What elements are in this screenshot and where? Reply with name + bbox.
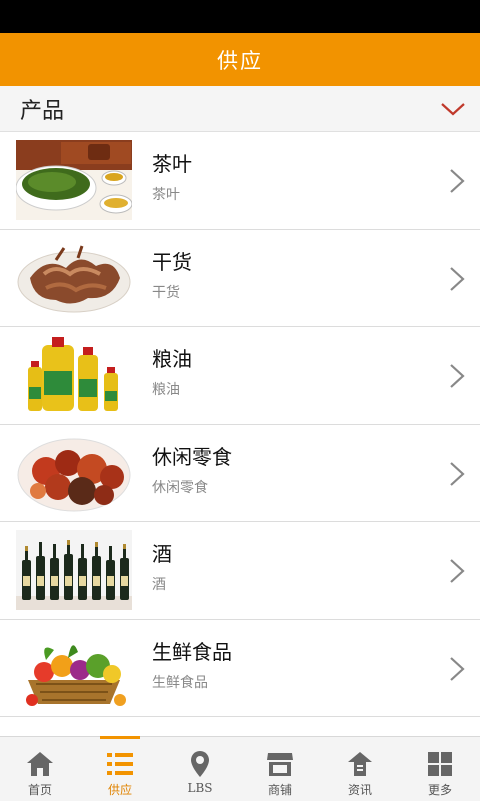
list-item-wine[interactable]: 酒 酒 [0, 522, 480, 620]
cooking-oil-image [16, 335, 132, 415]
category-label: 产品 [20, 98, 65, 124]
fresh-produce-image [16, 627, 132, 708]
page-title: 供应 [217, 48, 263, 73]
grid-icon [428, 752, 452, 776]
snacks-image [16, 432, 132, 513]
list-item-snacks[interactable]: 休闲零食 休闲零食 [0, 425, 480, 522]
tab-label: LBS [187, 781, 213, 795]
tab-label: 资讯 [347, 783, 372, 797]
chevron-right-icon [450, 169, 465, 193]
location-pin-icon [191, 751, 209, 777]
status-bar [0, 0, 480, 33]
item-title: 粮油 [152, 347, 192, 371]
item-subtitle: 生鲜食品 [152, 674, 208, 691]
dried-food-image [16, 237, 132, 318]
chevron-right-icon [450, 266, 465, 291]
item-title: 茶叶 [152, 152, 192, 176]
news-icon [348, 752, 372, 776]
chevron-right-icon [450, 364, 465, 388]
item-title: 酒 [152, 542, 172, 566]
tab-label: 首页 [27, 783, 52, 797]
tab-more[interactable]: 更多 [400, 737, 480, 801]
item-title: 干货 [152, 249, 192, 274]
item-title: 休闲零食 [152, 444, 232, 469]
item-subtitle: 茶叶 [152, 187, 180, 203]
title-bar: 供应 [0, 33, 480, 86]
tab-label: 更多 [427, 783, 452, 797]
chevron-right-icon [450, 461, 465, 486]
tab-store[interactable]: 商铺 [240, 737, 320, 801]
item-subtitle: 酒 [152, 577, 166, 593]
item-subtitle: 粮油 [152, 382, 180, 398]
list-icon [107, 753, 133, 775]
product-list: 茶叶 茶叶 干货 干货 粮油 粮油 休闲零食 休闲零食 酒 酒 生鲜食品 生鲜食… [0, 132, 480, 717]
list-item-tea[interactable]: 茶叶 茶叶 [0, 132, 480, 230]
chevron-right-icon [450, 656, 465, 681]
chevron-down-icon[interactable] [440, 96, 466, 122]
list-item-grain-oil[interactable]: 粮油 粮油 [0, 327, 480, 425]
chevron-right-icon [450, 559, 465, 583]
tab-supply[interactable]: 供应 [80, 736, 160, 801]
list-item-dried-goods[interactable]: 干货 干货 [0, 230, 480, 327]
tab-label: 供应 [107, 783, 132, 797]
home-icon [27, 752, 53, 776]
item-subtitle: 干货 [152, 284, 180, 301]
tea-image [16, 140, 132, 220]
tab-home[interactable]: 首页 [0, 737, 80, 801]
item-title: 生鲜食品 [152, 639, 232, 664]
store-icon [267, 753, 293, 776]
list-item-fresh-food[interactable]: 生鲜食品 生鲜食品 [0, 620, 480, 717]
tab-lbs[interactable]: LBS [160, 737, 240, 801]
tab-news[interactable]: 资讯 [320, 737, 400, 801]
category-selector[interactable]: 产品 [0, 86, 480, 132]
item-subtitle: 休闲零食 [152, 479, 208, 496]
bottom-tab-bar: 首页 供应 LBS 商铺 资讯 更多 [0, 736, 480, 801]
tab-label: 商铺 [267, 783, 292, 797]
wine-image [16, 530, 132, 610]
